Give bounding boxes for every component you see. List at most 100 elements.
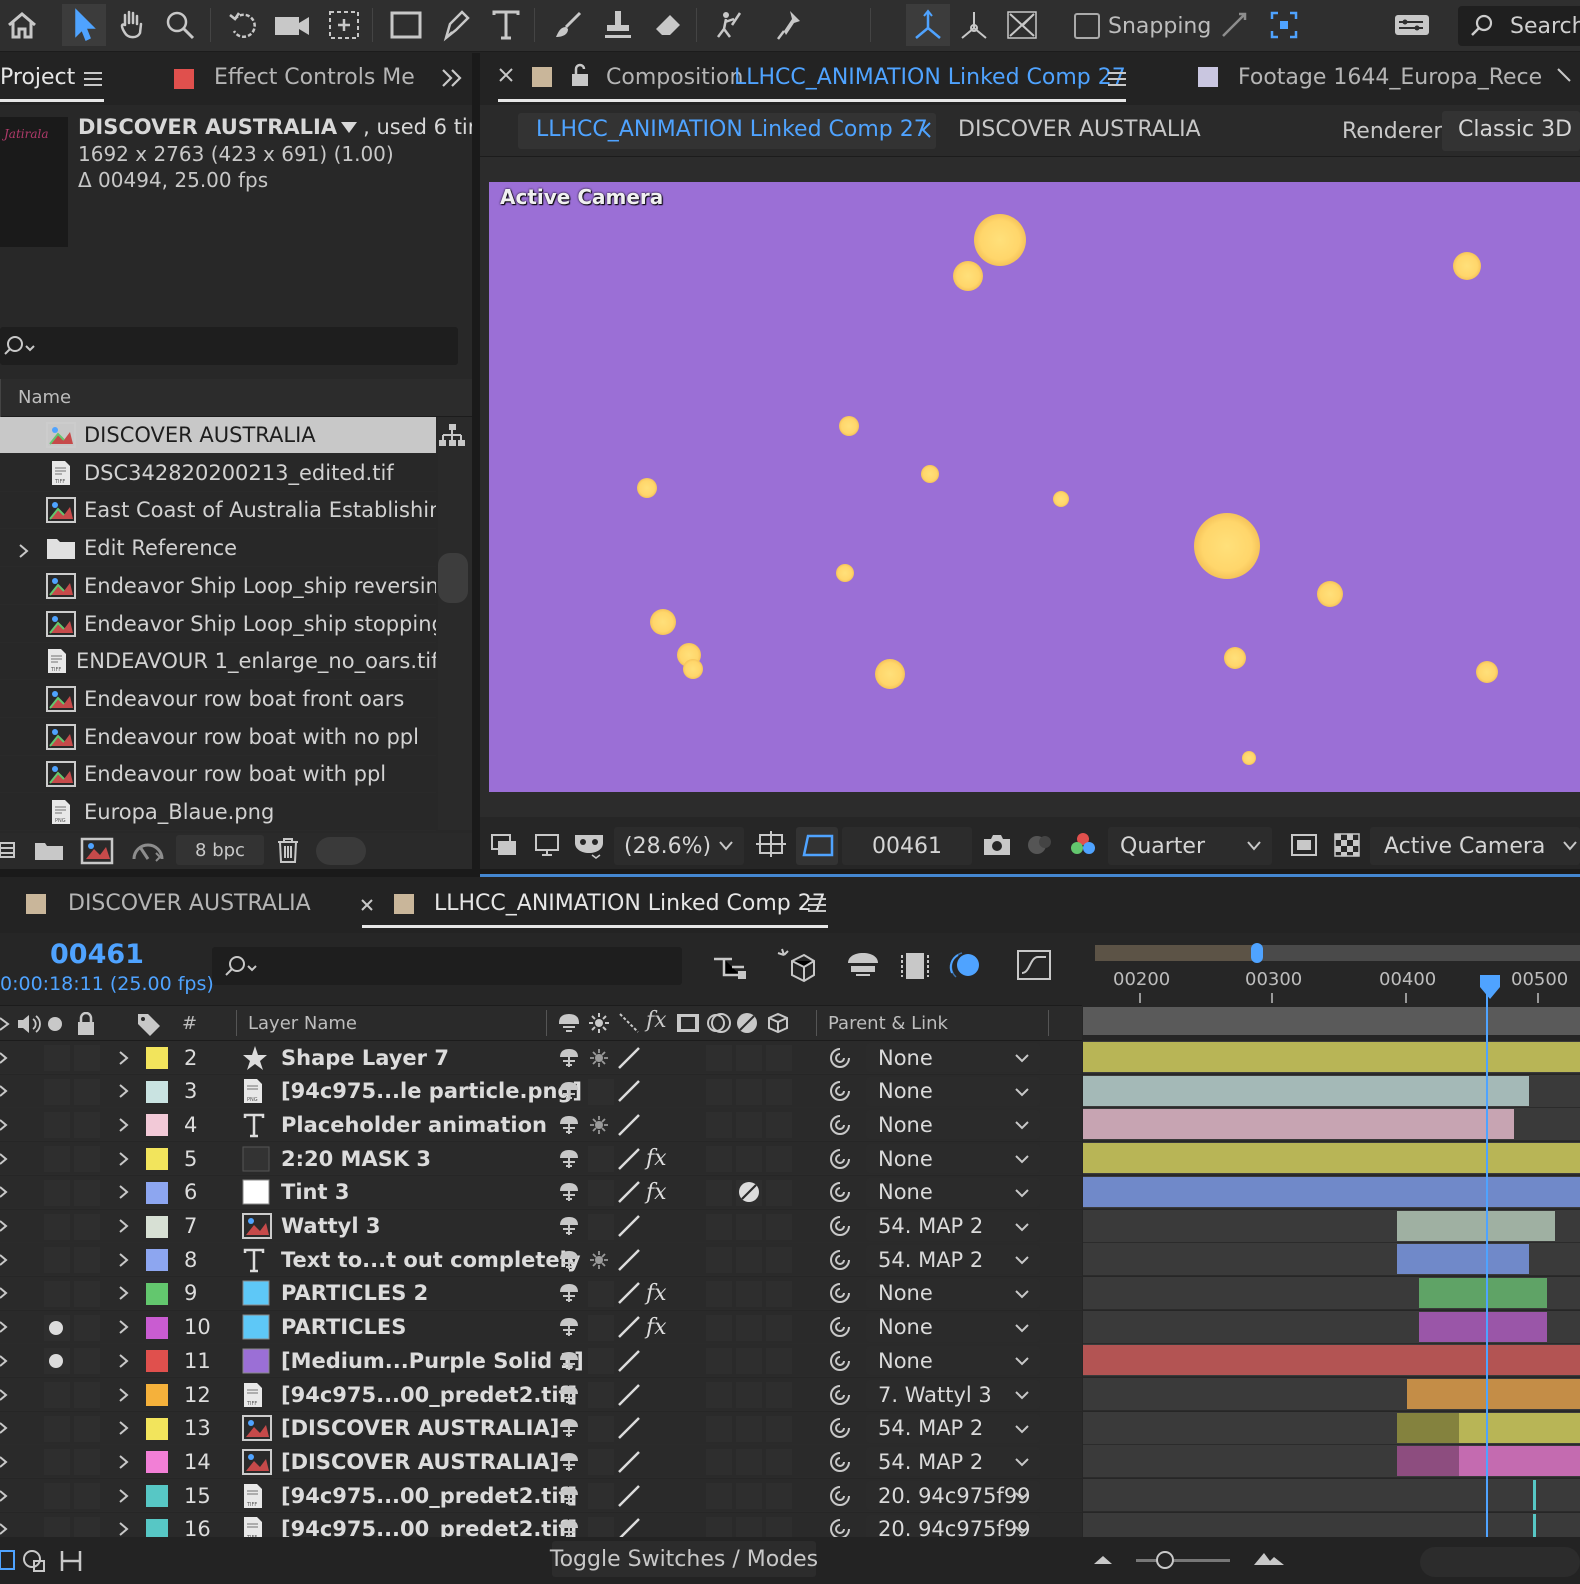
video-eye-icon[interactable] <box>0 1277 8 1310</box>
video-eye-icon[interactable] <box>0 1311 8 1344</box>
project-scrollbar-thumb[interactable] <box>438 553 468 603</box>
draft-3d-icon[interactable] <box>776 947 816 987</box>
motion-blur-toggle[interactable] <box>736 1280 762 1307</box>
tab-llhcc-animation[interactable]: LLHCC_ANIMATION Linked Comp 27 <box>434 891 826 916</box>
camera-tool-icon[interactable] <box>270 4 314 46</box>
solo-toggle[interactable] <box>44 1483 70 1510</box>
motion-blur-toggle[interactable] <box>736 1415 762 1442</box>
type-tool-icon[interactable] <box>484 4 528 46</box>
tab-footage[interactable]: Footage 1644_Europa_Rece <box>1238 65 1542 90</box>
label-color-swatch[interactable] <box>146 1485 168 1508</box>
frame-blend-toggle[interactable] <box>706 1045 732 1071</box>
monitor-icon[interactable] <box>534 833 562 861</box>
pan-behind-tool-icon[interactable] <box>322 4 366 46</box>
project-settings-icon[interactable] <box>130 837 166 869</box>
layer-row[interactable]: 7 Wattyl 3 54. MAP 2 <box>0 1209 1082 1243</box>
zoom-slider-handle[interactable] <box>1156 1551 1174 1569</box>
twirl-chevron-icon[interactable] <box>118 1243 130 1276</box>
quality-draft-icon[interactable] <box>616 1243 642 1276</box>
quality-draft-icon[interactable] <box>616 1412 642 1445</box>
video-eye-icon[interactable] <box>0 1243 8 1276</box>
hamburger-menu-icon[interactable] <box>1108 71 1126 91</box>
solo-toggle[interactable] <box>44 1415 70 1442</box>
clone-stamp-tool-icon[interactable] <box>596 4 640 46</box>
layer-row[interactable]: 4 Placeholder animation None <box>0 1108 1082 1142</box>
pick-whip-icon[interactable] <box>828 1176 852 1209</box>
parent-dropdown[interactable]: None <box>866 1278 1040 1308</box>
3d-layer-toggle[interactable] <box>766 1112 792 1139</box>
tab-discover-australia[interactable]: DISCOVER AUSTRALIA <box>68 891 311 916</box>
label-color-swatch[interactable] <box>146 1451 168 1474</box>
project-item[interactable]: East Coast of Australia Establishing M <box>0 492 436 530</box>
label-color-swatch[interactable] <box>146 1215 168 1238</box>
motion-blur-toggle[interactable] <box>736 1483 762 1510</box>
in-out-icon[interactable] <box>58 1549 84 1577</box>
label-color-swatch[interactable] <box>146 1080 168 1103</box>
zoom-slider-track[interactable] <box>1136 1559 1230 1562</box>
solo-icon[interactable] <box>48 1017 62 1031</box>
video-eye-icon[interactable] <box>0 1344 8 1377</box>
tab-project[interactable]: Project <box>0 65 75 90</box>
solo-toggle[interactable] <box>44 1247 70 1274</box>
project-item[interactable]: DISCOVER AUSTRALIA <box>0 417 436 454</box>
pick-whip-icon[interactable] <box>828 1412 852 1445</box>
lock-toggle[interactable] <box>74 1382 100 1408</box>
solo-toggle[interactable] <box>44 1382 70 1408</box>
snap-grid-icon[interactable] <box>1262 4 1306 46</box>
zoom-in-icon[interactable] <box>1252 1549 1286 1571</box>
parent-dropdown[interactable]: 20. 94c975f99 <box>866 1481 1040 1511</box>
brush-tool-icon[interactable] <box>546 4 590 46</box>
3d-layer-toggle[interactable] <box>766 1213 792 1240</box>
close-icon[interactable] <box>498 67 514 87</box>
label-color-swatch[interactable] <box>146 1384 168 1406</box>
renderer-value[interactable]: Classic 3D <box>1458 117 1572 142</box>
effects-fx-icon[interactable]: fx <box>646 1142 667 1175</box>
toggle-switches-modes-button[interactable]: Toggle Switches / Modes <box>550 1541 818 1577</box>
snap-options-icon[interactable] <box>1212 4 1256 46</box>
layer-row[interactable]: 15 TIFF [94c975...00_predet2.tif] 20. 94c97… <box>0 1479 1082 1513</box>
3d-layer-toggle[interactable] <box>766 1314 792 1341</box>
layer-name[interactable]: Tint 3 <box>281 1176 349 1209</box>
project-item[interactable]: PNG Europa_Blaue.png <box>0 794 436 831</box>
hamburger-menu-icon[interactable] <box>808 897 826 917</box>
quality-draft-icon[interactable] <box>616 1344 642 1377</box>
motion-blur-toggle[interactable] <box>736 1078 762 1105</box>
solo-toggle[interactable] <box>44 1449 70 1476</box>
3d-layer-toggle[interactable] <box>766 1280 792 1307</box>
shy-switch-icon[interactable] <box>558 1378 580 1411</box>
trash-icon[interactable] <box>276 837 300 867</box>
transfer-controls-icon[interactable] <box>22 1549 48 1577</box>
composition-viewer[interactable]: Active Camera <box>480 157 1580 817</box>
new-folder-icon[interactable] <box>34 839 64 865</box>
always-preview-icon[interactable] <box>490 833 518 861</box>
3d-layer-toggle[interactable] <box>766 1078 792 1105</box>
layer-name[interactable]: [DISCOVER AUSTRALIA] <box>281 1412 559 1445</box>
quality-draft-icon[interactable] <box>616 1479 642 1512</box>
footer-slider-handle[interactable] <box>316 837 366 865</box>
shy-switch-icon[interactable] <box>558 1210 580 1243</box>
video-eye-icon[interactable] <box>0 1108 8 1141</box>
layer-name[interactable]: Wattyl 3 <box>281 1210 380 1243</box>
label-color-swatch[interactable] <box>146 1249 168 1272</box>
continuous-rasterize-icon[interactable] <box>588 1041 610 1074</box>
shy-switch-icon[interactable] <box>558 1108 580 1141</box>
video-eye-icon[interactable] <box>0 1041 8 1074</box>
twirl-chevron-icon[interactable] <box>118 1277 130 1310</box>
collapse-toggle[interactable] <box>588 1280 614 1307</box>
layer-name[interactable]: 2:20 MASK 3 <box>281 1142 431 1175</box>
twirl-chevron-icon[interactable] <box>118 1344 130 1377</box>
pen-tool-icon[interactable] <box>434 4 478 46</box>
lock-toggle[interactable] <box>74 1348 100 1375</box>
roto-brush-tool-icon[interactable] <box>708 4 752 46</box>
shy-switch-icon[interactable] <box>558 1311 580 1344</box>
label-color-swatch[interactable] <box>146 1316 168 1339</box>
motion-blur-toggle[interactable] <box>736 1449 762 1476</box>
collapse-toggle[interactable] <box>588 1078 614 1105</box>
3d-layer-toggle[interactable] <box>766 1415 792 1442</box>
shy-switch-icon[interactable] <box>558 1479 580 1512</box>
parent-dropdown[interactable]: 54. MAP 2 <box>866 1245 1040 1275</box>
layer-row[interactable]: 12 TIFF [94c975...00_predet2.tif] 7. Wattyl… <box>0 1378 1082 1411</box>
twirl-chevron-icon[interactable] <box>118 1176 130 1209</box>
parent-dropdown[interactable]: 7. Wattyl 3 <box>866 1380 1040 1409</box>
chevron-right-icon[interactable] <box>18 540 30 564</box>
